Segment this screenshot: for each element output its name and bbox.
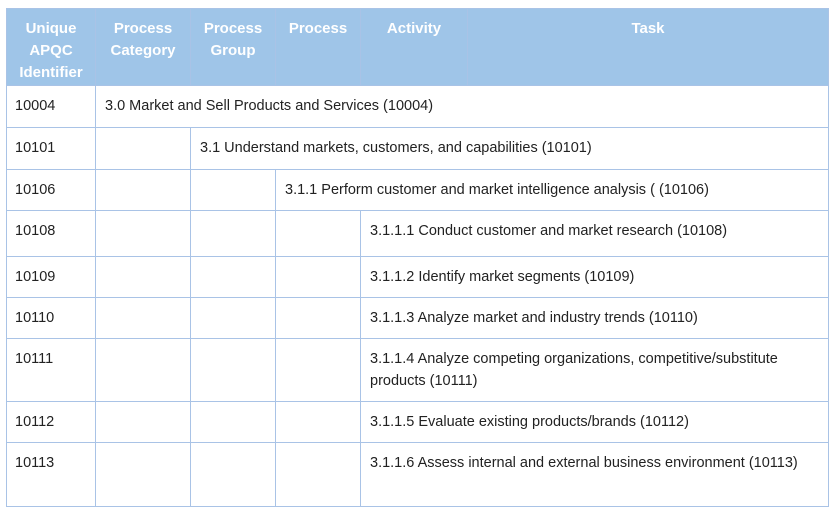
row-identifier: 10101 (6, 127, 96, 170)
empty-cell (190, 401, 276, 443)
empty-cell (190, 297, 276, 339)
empty-cell (95, 210, 191, 257)
header-task: Task (467, 8, 829, 86)
header-unique-apqc-identifier: Unique APQC Identifier (6, 8, 96, 86)
empty-cell (95, 127, 191, 170)
apqc-process-table: Unique APQC Identifier Process Category … (6, 8, 829, 507)
table-row: 10110 3.1.1.3 Analyze market and industr… (6, 297, 829, 339)
row-description: 3.1.1.2 Identify market segments (10109) (360, 256, 829, 298)
empty-cell (190, 338, 276, 402)
row-identifier: 10113 (6, 442, 96, 507)
empty-cell (190, 169, 276, 211)
row-identifier: 10112 (6, 401, 96, 443)
table-row: 10113 3.1.1.6 Assess internal and extern… (6, 442, 829, 507)
header-process: Process (275, 8, 361, 86)
row-identifier: 10108 (6, 210, 96, 257)
table-row: 10101 3.1 Understand markets, customers,… (6, 127, 829, 170)
empty-cell (95, 338, 191, 402)
empty-cell (275, 256, 361, 298)
table-row: 10004 3.0 Market and Sell Products and S… (6, 85, 829, 128)
empty-cell (95, 297, 191, 339)
table-row: 10106 3.1.1 Perform customer and market … (6, 169, 829, 211)
row-description: 3.1.1.5 Evaluate existing products/brand… (360, 401, 829, 443)
empty-cell (95, 169, 191, 211)
table-row: 10111 3.1.1.4 Analyze competing organiza… (6, 338, 829, 402)
row-description: 3.0 Market and Sell Products and Service… (95, 85, 829, 128)
row-description: 3.1.1 Perform customer and market intell… (275, 169, 829, 211)
table-row: 10109 3.1.1.2 Identify market segments (… (6, 256, 829, 298)
empty-cell (190, 256, 276, 298)
empty-cell (95, 401, 191, 443)
empty-cell (275, 442, 361, 507)
row-description: 3.1.1.4 Analyze competing organizations,… (360, 338, 829, 402)
table-header-row: Unique APQC Identifier Process Category … (6, 8, 829, 86)
empty-cell (190, 442, 276, 507)
header-activity: Activity (360, 8, 468, 86)
empty-cell (275, 210, 361, 257)
row-identifier: 10106 (6, 169, 96, 211)
table-row: 10112 3.1.1.5 Evaluate existing products… (6, 401, 829, 443)
empty-cell (275, 401, 361, 443)
row-identifier: 10109 (6, 256, 96, 298)
row-description: 3.1.1.6 Assess internal and external bus… (360, 442, 829, 507)
empty-cell (275, 338, 361, 402)
row-identifier: 10004 (6, 85, 96, 128)
row-description: 3.1.1.1 Conduct customer and market rese… (360, 210, 829, 257)
row-description: 3.1.1.3 Analyze market and industry tren… (360, 297, 829, 339)
empty-cell (275, 297, 361, 339)
row-description: 3.1 Understand markets, customers, and c… (190, 127, 829, 170)
header-process-group: Process Group (190, 8, 276, 86)
empty-cell (95, 256, 191, 298)
empty-cell (95, 442, 191, 507)
table-row: 10108 3.1.1.1 Conduct customer and marke… (6, 210, 829, 257)
row-identifier: 10111 (6, 338, 96, 402)
row-identifier: 10110 (6, 297, 96, 339)
header-process-category: Process Category (95, 8, 191, 86)
empty-cell (190, 210, 276, 257)
